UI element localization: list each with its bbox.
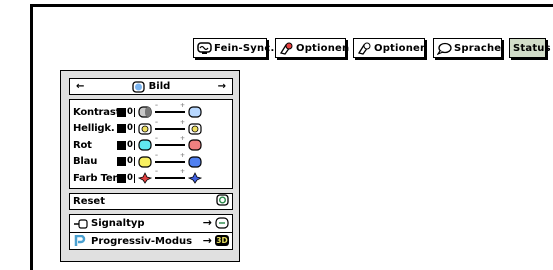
setting-value: 0 — [117, 123, 135, 134]
picture-settings-list: Kontrast 0 Helligk. 0 Rot 0 B — [69, 99, 233, 189]
red-icon — [188, 139, 202, 151]
menu-title-text: Bild — [148, 81, 171, 92]
slider-track[interactable] — [155, 102, 185, 114]
contrast-icon — [138, 106, 152, 118]
setting-row-rot[interactable]: Rot 0 — [70, 135, 232, 154]
brightness-high-icon — [188, 123, 202, 135]
progressive-p-icon — [74, 235, 86, 246]
tab-label: Status — [513, 42, 551, 54]
setting-value: 0 — [117, 139, 135, 150]
setting-row-kontrast[interactable]: Kontrast 0 — [70, 102, 232, 121]
badge-3d: 3D — [215, 235, 229, 246]
right-arrow-icon: → — [202, 234, 212, 247]
setting-label: Farb Temp — [73, 172, 130, 184]
setting-row-blau[interactable]: Blau 0 — [70, 152, 232, 171]
tab-label: Fein-Sync. — [214, 42, 275, 54]
progressiv-row[interactable]: Progressiv-Modus → 3D — [70, 232, 232, 249]
signal-group: Signaltyp → Progressiv-Modus → 3D — [69, 214, 233, 250]
tab-optionen-1[interactable]: Optionen — [275, 38, 350, 58]
cool-temp-icon — [187, 172, 203, 184]
tab-optionen-2[interactable]: Optionen — [353, 38, 428, 58]
reset-label: Reset — [73, 196, 105, 207]
bild-menu-panel: ← Bild → Kontrast 0 Helligk. 0 — [60, 70, 240, 262]
setting-row-farb-temp[interactable]: Farb Temp 0 — [70, 168, 232, 187]
blue-icon — [188, 156, 202, 168]
tab-status[interactable]: Status — [509, 38, 551, 58]
monitor-sync-icon — [197, 41, 212, 55]
warm-temp-icon — [137, 172, 153, 184]
tools-icon — [279, 42, 294, 55]
slider-track[interactable] — [155, 168, 185, 180]
reset-icon — [216, 194, 229, 209]
progressiv-label: Progressiv-Modus — [91, 235, 193, 247]
left-arrow-icon[interactable]: ← — [76, 81, 84, 92]
signal-type-icon — [215, 217, 229, 232]
setting-label: Rot — [73, 139, 92, 151]
right-arrow-icon: → — [202, 216, 212, 229]
osd-frame-left — [30, 4, 33, 270]
right-arrow-icon[interactable]: → — [218, 81, 226, 92]
signaltyp-row[interactable]: Signaltyp → — [70, 215, 232, 232]
slider-track[interactable] — [155, 152, 185, 163]
slider-track[interactable] — [155, 119, 185, 130]
signaltyp-label: Signaltyp — [91, 218, 145, 229]
setting-label: Kontrast — [73, 106, 121, 118]
slider-track[interactable] — [155, 135, 185, 147]
yellow-icon — [138, 156, 152, 168]
cyan-icon — [138, 139, 152, 151]
tab-fein-sync[interactable]: Fein-Sync. — [193, 38, 274, 58]
tab-label: Optionen — [296, 42, 350, 54]
speech-bubble-icon — [436, 42, 452, 55]
contrast-high-icon — [188, 106, 202, 118]
tools-icon — [357, 42, 372, 55]
setting-label: Blau — [73, 156, 98, 168]
setting-row-helligkeit[interactable]: Helligk. 0 — [70, 119, 232, 138]
menu-header: ← Bild → — [69, 78, 233, 95]
tab-label: Optionen — [374, 42, 428, 54]
tab-label: Sprache — [454, 42, 502, 54]
setting-value: 0 — [117, 156, 135, 167]
setting-label: Helligk. — [73, 123, 115, 135]
osd-frame-top — [30, 4, 553, 7]
bild-icon — [132, 80, 145, 93]
tab-sprache[interactable]: Sprache — [433, 38, 502, 58]
brightness-icon — [138, 123, 152, 135]
reset-row[interactable]: Reset — [69, 193, 233, 210]
setting-value: 0 — [117, 172, 135, 183]
signal-input-icon — [74, 218, 88, 229]
menu-title: Bild — [132, 80, 171, 93]
setting-value: 0 — [117, 106, 135, 117]
